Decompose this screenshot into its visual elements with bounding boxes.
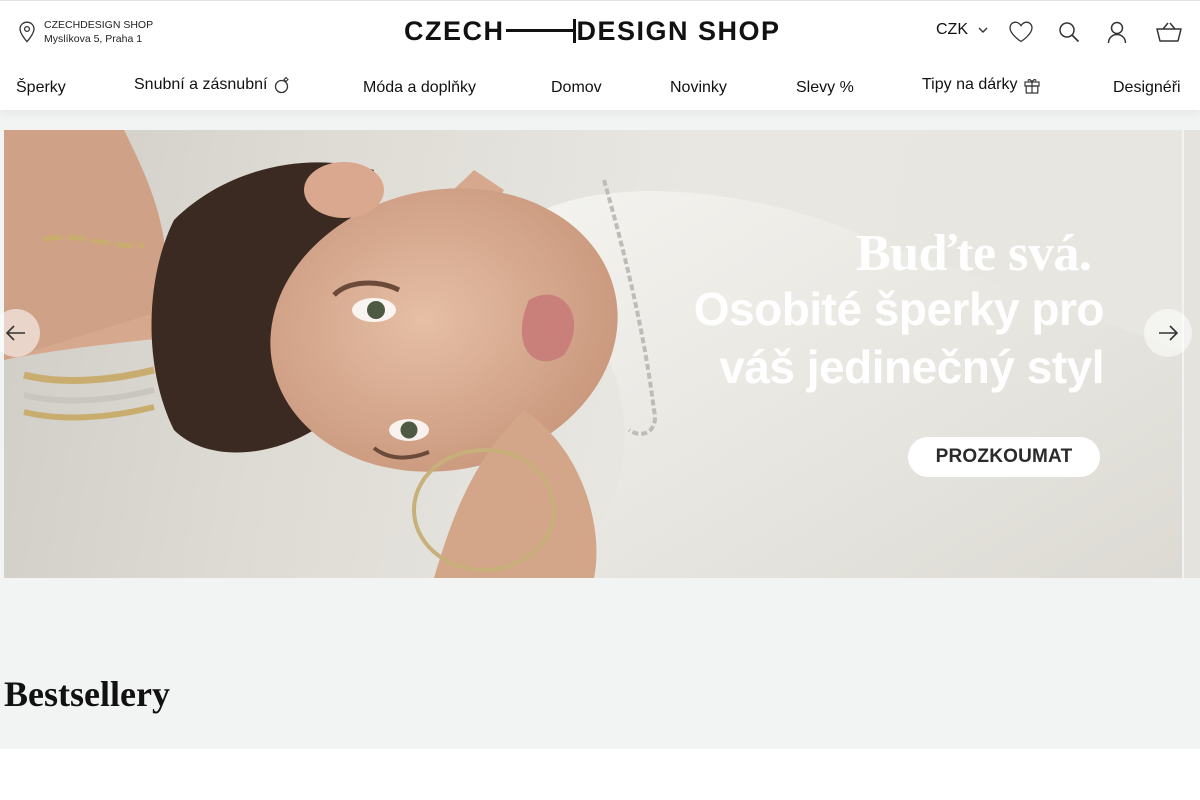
chevron-down-icon	[978, 27, 988, 33]
account-button[interactable]	[1103, 18, 1131, 46]
nav-item-label: Domov	[551, 79, 602, 96]
cart-button[interactable]	[1155, 18, 1183, 46]
logo-text-left: CZECH	[404, 15, 505, 46]
currency-selector[interactable]: CZK	[936, 21, 988, 39]
heart-icon	[1009, 21, 1033, 43]
nav-item-domov[interactable]: Domov	[551, 79, 602, 97]
user-icon	[1107, 21, 1127, 44]
search-icon	[1059, 22, 1080, 43]
store-location[interactable]: CZECHDESIGN SHOP Myslíkova 5, Praha 1	[18, 18, 153, 46]
nav-item-sperky[interactable]: Šperky	[16, 79, 66, 97]
basket-icon	[1156, 22, 1182, 42]
arrow-left-icon	[6, 325, 25, 341]
nav-item-designeri[interactable]: Designéři	[1113, 79, 1181, 97]
site-logo[interactable]: CZECH DESIGN SHOP	[404, 16, 781, 46]
nav-item-label: Snubní a zásnubní	[134, 76, 268, 93]
nav-item-label: Designéři	[1113, 79, 1181, 96]
hero-subheadline: Osobité šperky pro váš jedinečný styl	[654, 280, 1105, 396]
nav-item-moda[interactable]: Móda a doplňky	[363, 79, 476, 97]
hero-banner[interactable]: Buďte svá. Osobité šperky pro váš jedine…	[4, 130, 1182, 578]
main-nav: Šperky Snubní a zásnubní Móda a doplňky …	[0, 75, 1200, 105]
explore-button[interactable]: PROZKOUMAT	[908, 437, 1100, 477]
next-slide-peek	[1184, 130, 1200, 578]
currency-label: CZK	[936, 21, 968, 38]
nav-item-novinky[interactable]: Novinky	[670, 79, 727, 97]
wishlist-button[interactable]	[1007, 18, 1035, 46]
store-name: CZECHDESIGN SHOP	[44, 19, 154, 31]
bestsellers-content	[0, 749, 1200, 800]
search-button[interactable]	[1055, 18, 1083, 46]
site-header: CZECHDESIGN SHOP Myslíkova 5, Praha 1 CZ…	[0, 0, 1200, 110]
nav-item-label: Slevy %	[796, 79, 854, 96]
section-title-bestsellers: Bestsellery	[4, 674, 170, 714]
nav-item-label: Novinky	[670, 79, 727, 96]
hero-subheadline-line-2: váš jedinečný styl	[719, 341, 1104, 393]
location-pin-icon	[19, 21, 35, 43]
hero-subheadline-line-1: Osobité šperky pro	[693, 283, 1105, 335]
hero-headline: Buďte svá.	[856, 225, 1092, 282]
nav-item-label: Tipy na dárky	[922, 76, 1018, 93]
gift-icon	[1024, 79, 1041, 94]
nav-item-label: Šperky	[16, 79, 66, 96]
nav-item-tipy[interactable]: Tipy na dárky	[922, 76, 1041, 94]
carousel-next-button[interactable]	[1144, 309, 1192, 357]
logo-text-right: DESIGN SHOP	[576, 15, 781, 46]
nav-item-slevy[interactable]: Slevy %	[796, 79, 854, 97]
nav-item-label: Móda a doplňky	[363, 79, 476, 96]
ring-icon	[275, 76, 290, 94]
nav-item-snubni[interactable]: Snubní a zásnubní	[134, 76, 291, 94]
arrow-right-icon	[1159, 325, 1178, 341]
logo-bar	[505, 19, 576, 43]
store-address: Myslíkova 5, Praha 1	[44, 33, 143, 45]
